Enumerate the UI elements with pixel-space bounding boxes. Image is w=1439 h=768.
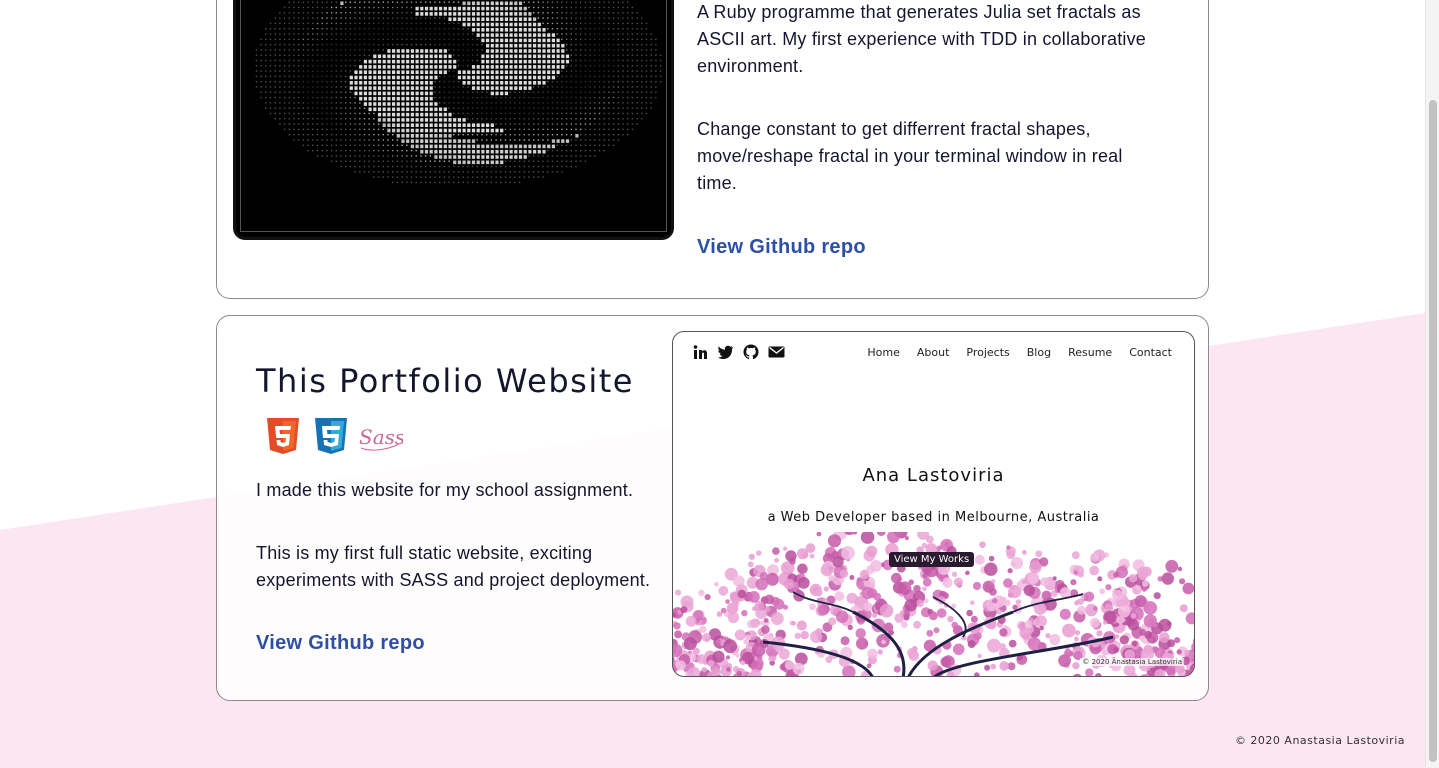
twitter-icon: [717, 345, 733, 359]
vertical-scrollbar[interactable]: [1425, 0, 1439, 768]
html5-icon: [267, 418, 299, 454]
preview-nav-contact: Contact: [1129, 346, 1172, 359]
view-github-repo-link[interactable]: View Github repo: [256, 632, 425, 655]
preview-nav-blog: Blog: [1026, 346, 1052, 359]
preview-view-my-works-button: View My Works: [889, 552, 975, 567]
preview-social-icons: [693, 344, 785, 360]
preview-tagline: a Web Developer based in Melbourne, Aust…: [767, 510, 1100, 525]
project-description-2: Change constant to get differrent fracta…: [697, 119, 1123, 193]
preview-nav: Home About Projects Blog Resume Contact: [867, 346, 1172, 359]
view-github-repo-link[interactable]: View Github repo: [697, 236, 866, 259]
github-icon: [743, 344, 759, 360]
linkedin-icon: [693, 345, 707, 359]
preview-nav-projects: Projects: [966, 346, 1010, 359]
project-description-1: I made this website for my school assign…: [256, 480, 634, 500]
tech-icons: Sass: [265, 416, 403, 456]
preview-footer: © 2020 Anastasia Lastoviria: [1080, 658, 1184, 666]
project-title: This Portfolio Website: [256, 362, 634, 400]
portfolio-preview-screenshot: Home About Projects Blog Resume Contact …: [672, 331, 1195, 677]
ascii-fractal-art: [255, 1, 662, 184]
page: A Ruby programme that generates Julia se…: [0, 0, 1439, 768]
sass-icon: Sass: [359, 425, 403, 451]
css3-icon: [315, 418, 347, 454]
project-description-2: This is my first full static website, ex…: [256, 543, 651, 590]
project-description-1: A Ruby programme that generates Julia se…: [697, 2, 1147, 76]
project-card-portfolio: This Portfolio Website Sass I made this …: [216, 315, 1209, 701]
project-card-julia: A Ruby programme that generates Julia se…: [216, 0, 1209, 299]
preview-nav-about: About: [916, 346, 950, 359]
scrollbar-thumb[interactable]: [1429, 100, 1437, 762]
mail-icon: [768, 346, 785, 358]
preview-nav-resume: Resume: [1068, 346, 1113, 359]
preview-nav-home: Home: [867, 346, 900, 359]
site-footer: © 2020 Anastasia Lastoviria: [1234, 734, 1405, 747]
project-screenshot-ascii-fractal: [233, 0, 674, 240]
preview-name: Ana Lastoviria: [862, 465, 1005, 486]
